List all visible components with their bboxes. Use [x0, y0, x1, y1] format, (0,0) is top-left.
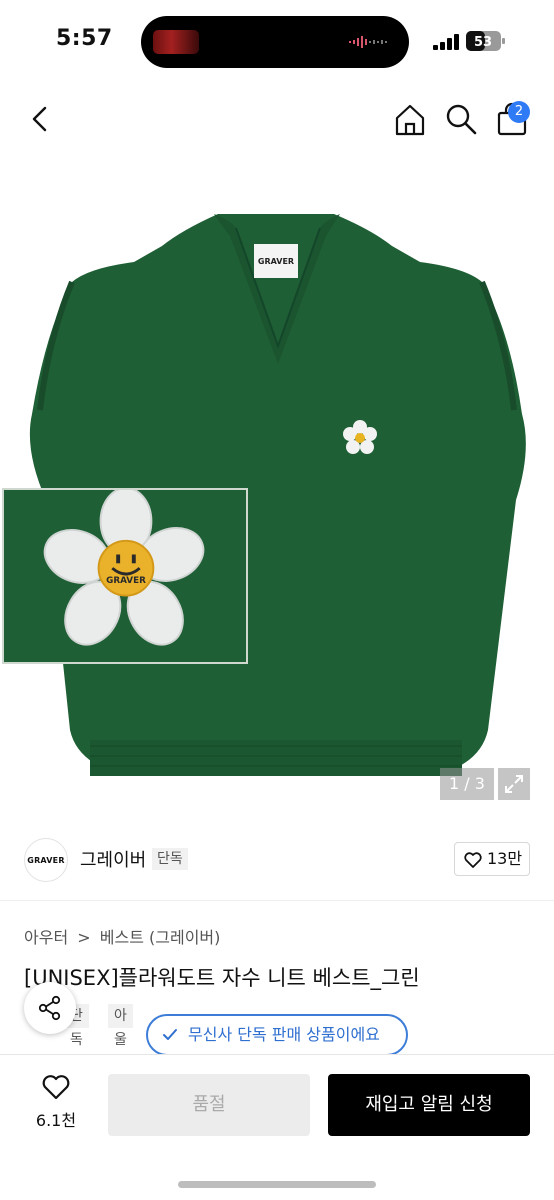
section-divider — [0, 900, 554, 901]
fullscreen-button[interactable] — [498, 768, 530, 800]
audio-wave-icon — [349, 36, 387, 48]
check-icon — [163, 1029, 177, 1040]
flower-patch-illustration: GRAVER — [4, 490, 246, 662]
product-image-carousel[interactable]: GRAVER GRAVER 1 / 3 — [0, 150, 554, 820]
search-icon[interactable] — [444, 102, 478, 136]
garment-label-text: GRAVER — [258, 257, 294, 266]
restock-alert-button[interactable]: 재입고 알림 신청 — [328, 1074, 530, 1136]
home-indicator — [178, 1181, 376, 1188]
now-playing-thumbnail — [153, 30, 199, 54]
home-icon[interactable] — [392, 102, 428, 138]
heart-icon — [464, 852, 482, 868]
back-arrow-icon[interactable] — [24, 102, 58, 136]
share-button[interactable] — [24, 982, 76, 1034]
wishlist-button[interactable]: 6.1천 — [24, 1073, 88, 1133]
brand-like-button[interactable]: 13만 — [454, 842, 530, 876]
status-bar: 5:57 53 — [0, 0, 554, 80]
brand-logo[interactable]: GRAVER — [24, 838, 68, 882]
brand-row: GRAVER 그레이버 단독 13만 — [0, 830, 554, 892]
breadcrumb: 아우터 > 베스트 (그레이버) — [24, 924, 224, 948]
cellular-signal-icon — [433, 34, 459, 50]
share-icon — [38, 995, 61, 1021]
wishlist-count: 6.1천 — [35, 1111, 77, 1130]
brand-name-link[interactable]: 그레이버 — [80, 846, 146, 872]
toast-text: 무신사 단독 판매 상품이에요 — [188, 1025, 380, 1044]
cart-count-badge: 2 — [508, 101, 530, 123]
exclusive-badge: 단독 — [152, 848, 188, 870]
battery-level: 53 — [474, 35, 492, 50]
expand-icon — [505, 775, 523, 793]
patch-brand-text: GRAVER — [106, 576, 146, 586]
tag-outlet: 아울렛 — [108, 1004, 133, 1072]
brand-like-count: 13만 — [487, 849, 523, 868]
dynamic-island — [141, 16, 409, 68]
sold-out-button: 품절 — [108, 1074, 310, 1136]
breadcrumb-subcategory[interactable]: 베스트 (그레이버) — [100, 928, 221, 947]
heart-outline-icon — [42, 1075, 70, 1100]
product-photo: GRAVER — [29, 214, 526, 776]
image-pager: 1 / 3 — [440, 768, 494, 800]
top-nav — [0, 90, 554, 150]
embroidery-closeup: GRAVER — [2, 488, 248, 664]
battery-icon: 53 — [466, 31, 505, 51]
exclusive-toast: 무신사 단독 판매 상품이에요 — [146, 1014, 408, 1056]
breadcrumb-separator: > — [77, 928, 91, 947]
status-time: 5:57 — [56, 26, 113, 51]
product-title: [UNISEX]플라워도트 자수 니트 베스트_그린 — [24, 966, 420, 990]
breadcrumb-category[interactable]: 아우터 — [24, 928, 68, 947]
bottom-action-bar: 6.1천 품절 재입고 알림 신청 — [0, 1054, 554, 1200]
